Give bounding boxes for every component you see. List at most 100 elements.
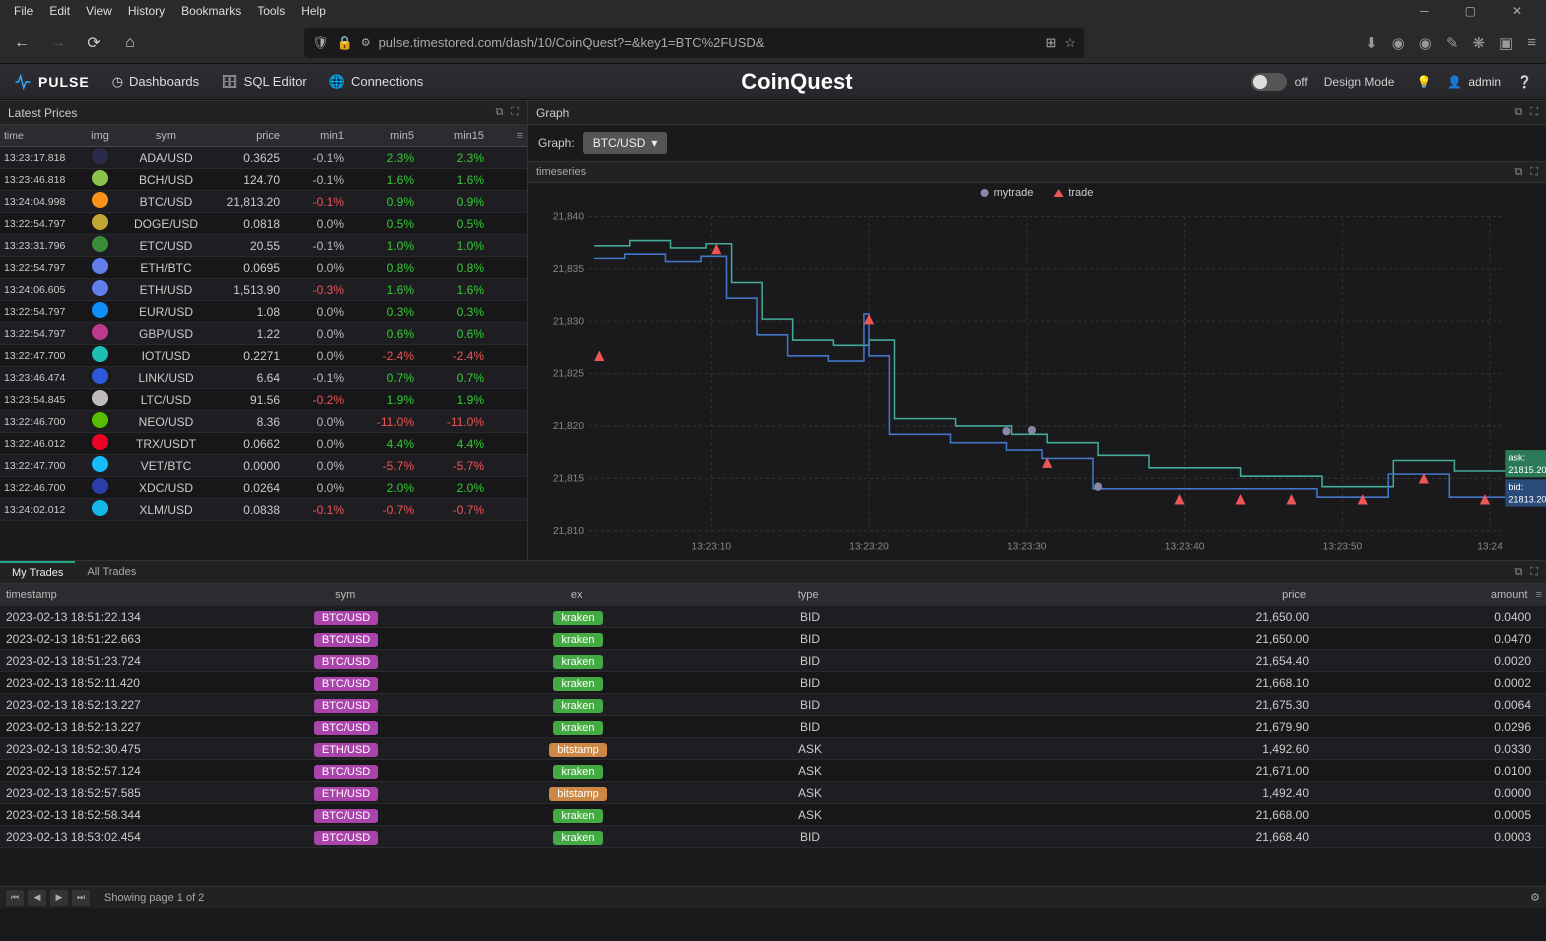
col-min5[interactable]: min5	[356, 130, 426, 142]
table-row[interactable]: 13:23:54.845 LTC/USD 91.56 -0.2% 1.9% 1.…	[0, 389, 527, 411]
expand-icon[interactable]: ⛶	[1530, 566, 1538, 579]
table-row[interactable]: 2023-02-13 18:52:58.344 BTC/USD kraken A…	[0, 804, 1546, 826]
window-minimize-icon[interactable]: ─	[1412, 4, 1437, 18]
expand-icon[interactable]: ⛶	[1530, 106, 1538, 119]
bookmark-star-icon[interactable]: ☆	[1064, 35, 1076, 51]
svg-text:21,840: 21,840	[553, 212, 584, 223]
toggle-pill[interactable]	[1251, 73, 1287, 91]
table-row[interactable]: 13:22:46.700 XDC/USD 0.0264 0.0% 2.0% 2.…	[0, 477, 527, 499]
lock-icon[interactable]: 🔒	[337, 35, 353, 51]
table-row[interactable]: 2023-02-13 18:52:13.227 BTC/USD kraken B…	[0, 694, 1546, 716]
window-maximize-icon[interactable]: ▢	[1457, 4, 1484, 18]
table-row[interactable]: 2023-02-13 18:52:57.585 ETH/USD bitstamp…	[0, 782, 1546, 804]
ext4-icon[interactable]: ❋	[1472, 34, 1485, 52]
menu-edit[interactable]: Edit	[41, 4, 78, 18]
col-min1[interactable]: min1	[286, 130, 356, 142]
ext2-icon[interactable]: ◉	[1419, 34, 1432, 52]
col-amount[interactable]: amount	[1346, 589, 1536, 601]
col-min15[interactable]: min15	[426, 130, 496, 142]
page-next-button[interactable]: ▶	[50, 890, 68, 906]
nav-sql-editor[interactable]: 🗄SQL Editor	[221, 74, 307, 90]
hamburger-icon[interactable]: ≡	[1527, 34, 1536, 52]
forward-button[interactable]: →	[46, 31, 70, 55]
table-row[interactable]: 13:23:31.796 ETC/USD 20.55 -0.1% 1.0% 1.…	[0, 235, 527, 257]
table-row[interactable]: 2023-02-13 18:52:11.420 BTC/USD kraken B…	[0, 672, 1546, 694]
ext1-icon[interactable]: ◉	[1392, 34, 1405, 52]
table-row[interactable]: 2023-02-13 18:53:02.454 BTC/USD kraken B…	[0, 826, 1546, 848]
col-sym[interactable]: sym	[120, 130, 212, 142]
home-button[interactable]: ⌂	[118, 31, 142, 55]
nav-dashboards[interactable]: ◷Dashboards	[112, 74, 199, 90]
table-row[interactable]: 13:22:54.797 GBP/USD 1.22 0.0% 0.6% 0.6%	[0, 323, 527, 345]
table-row[interactable]: 13:24:06.605 ETH/USD 1,513.90 -0.3% 1.6%…	[0, 279, 527, 301]
symbol-dropdown[interactable]: BTC/USD▾	[583, 132, 668, 154]
exchange-badge: bitstamp	[549, 787, 607, 801]
table-menu-icon[interactable]: ≡	[517, 130, 527, 142]
table-row[interactable]: 2023-02-13 18:51:23.724 BTC/USD kraken B…	[0, 650, 1546, 672]
expand-icon[interactable]: ⛶	[1530, 166, 1538, 179]
svg-text:13:23:30: 13:23:30	[1007, 541, 1047, 552]
ext3-icon[interactable]: ✎	[1446, 34, 1459, 52]
table-row[interactable]: 13:22:54.797 ETH/BTC 0.0695 0.0% 0.8% 0.…	[0, 257, 527, 279]
col-timestamp[interactable]: timestamp	[0, 589, 229, 601]
expand-icon[interactable]: ⛶	[511, 106, 519, 119]
menu-tools[interactable]: Tools	[249, 4, 293, 18]
page-first-button[interactable]: ⏮	[6, 890, 24, 906]
table-row[interactable]: 13:23:46.474 LINK/USD 6.64 -0.1% 0.7% 0.…	[0, 367, 527, 389]
popout-icon[interactable]: ⧉	[1514, 106, 1522, 119]
col-img[interactable]: img	[80, 130, 120, 142]
design-mode-toggle[interactable]: off Design Mode	[1251, 73, 1395, 91]
menu-history[interactable]: History	[120, 4, 173, 18]
col-price[interactable]: price	[212, 130, 286, 142]
table-row[interactable]: 13:23:17.818 ADA/USD 0.3625 -0.1% 2.3% 2…	[0, 147, 527, 169]
table-row[interactable]: 13:24:04.998 BTC/USD 21,813.20 -0.1% 0.9…	[0, 191, 527, 213]
col-ex[interactable]: ex	[461, 589, 692, 601]
menu-view[interactable]: View	[78, 4, 120, 18]
shield-icon[interactable]: 🛡	[312, 35, 329, 51]
table-row[interactable]: 13:22:54.797 EUR/USD 1.08 0.0% 0.3% 0.3%	[0, 301, 527, 323]
table-row[interactable]: 2023-02-13 18:52:13.227 BTC/USD kraken B…	[0, 716, 1546, 738]
table-row[interactable]: 13:22:54.797 DOGE/USD 0.0818 0.0% 0.5% 0…	[0, 213, 527, 235]
col-sym[interactable]: sym	[229, 589, 460, 601]
permissions-icon[interactable]: ⚙	[361, 36, 371, 49]
settings-icon[interactable]: ⚙	[1530, 891, 1540, 904]
url-bar[interactable]: 🛡 🔒 ⚙ pulse.timestored.com/dash/10/CoinQ…	[304, 28, 1084, 58]
col-type[interactable]: type	[692, 589, 923, 601]
chart-area[interactable]: mytrade trade 21,840 21,835 21,830 21,82…	[528, 183, 1546, 560]
table-row[interactable]: 13:22:46.700 NEO/USD 8.36 0.0% -11.0% -1…	[0, 411, 527, 433]
lightbulb-icon[interactable]: 💡	[1416, 75, 1431, 89]
pulse-logo[interactable]: PULSE	[14, 73, 90, 91]
graph-panel: Graph ⧉⛶ Graph: BTC/USD▾ timeseries ⧉⛶ m…	[528, 101, 1546, 560]
tab-my-trades[interactable]: My Trades	[0, 561, 75, 583]
window-close-icon[interactable]: ✕	[1504, 4, 1530, 18]
popout-icon[interactable]: ⧉	[1514, 566, 1522, 579]
menu-file[interactable]: File	[6, 4, 41, 18]
page-last-button[interactable]: ⏭	[72, 890, 90, 906]
table-row[interactable]: 13:22:46.012 TRX/USDT 0.0662 0.0% 4.4% 4…	[0, 433, 527, 455]
user-menu[interactable]: 👤admin	[1447, 75, 1501, 89]
table-row[interactable]: 13:22:47.700 IOT/USD 0.2271 0.0% -2.4% -…	[0, 345, 527, 367]
table-row[interactable]: 13:23:46.818 BCH/USD 124.70 -0.1% 1.6% 1…	[0, 169, 527, 191]
table-menu-icon[interactable]: ≡	[1536, 589, 1546, 601]
col-time[interactable]: time	[0, 130, 80, 142]
page-prev-button[interactable]: ◀	[28, 890, 46, 906]
qr-icon[interactable]: ⊞	[1045, 35, 1056, 51]
menu-bookmarks[interactable]: Bookmarks	[173, 4, 249, 18]
back-button[interactable]: ←	[10, 31, 34, 55]
logo-text: PULSE	[38, 74, 90, 90]
table-row[interactable]: 2023-02-13 18:52:57.124 BTC/USD kraken A…	[0, 760, 1546, 782]
col-price[interactable]: price	[924, 589, 1346, 601]
table-row[interactable]: 13:22:47.700 VET/BTC 0.0000 0.0% -5.7% -…	[0, 455, 527, 477]
download-icon[interactable]: ⬇	[1365, 34, 1378, 52]
help-icon[interactable]: ❔	[1517, 75, 1532, 89]
ext5-icon[interactable]: ▣	[1499, 34, 1513, 52]
table-row[interactable]: 2023-02-13 18:51:22.134 BTC/USD kraken B…	[0, 606, 1546, 628]
popout-icon[interactable]: ⧉	[495, 106, 503, 119]
tab-all-trades[interactable]: All Trades	[75, 561, 148, 583]
table-row[interactable]: 2023-02-13 18:51:22.663 BTC/USD kraken B…	[0, 628, 1546, 650]
reload-button[interactable]: ⟳	[82, 31, 106, 55]
table-row[interactable]: 13:24:02.012 XLM/USD 0.0838 -0.1% -0.7% …	[0, 499, 527, 521]
popout-icon[interactable]: ⧉	[1514, 166, 1522, 179]
menu-help[interactable]: Help	[293, 4, 334, 18]
table-row[interactable]: 2023-02-13 18:52:30.475 ETH/USD bitstamp…	[0, 738, 1546, 760]
